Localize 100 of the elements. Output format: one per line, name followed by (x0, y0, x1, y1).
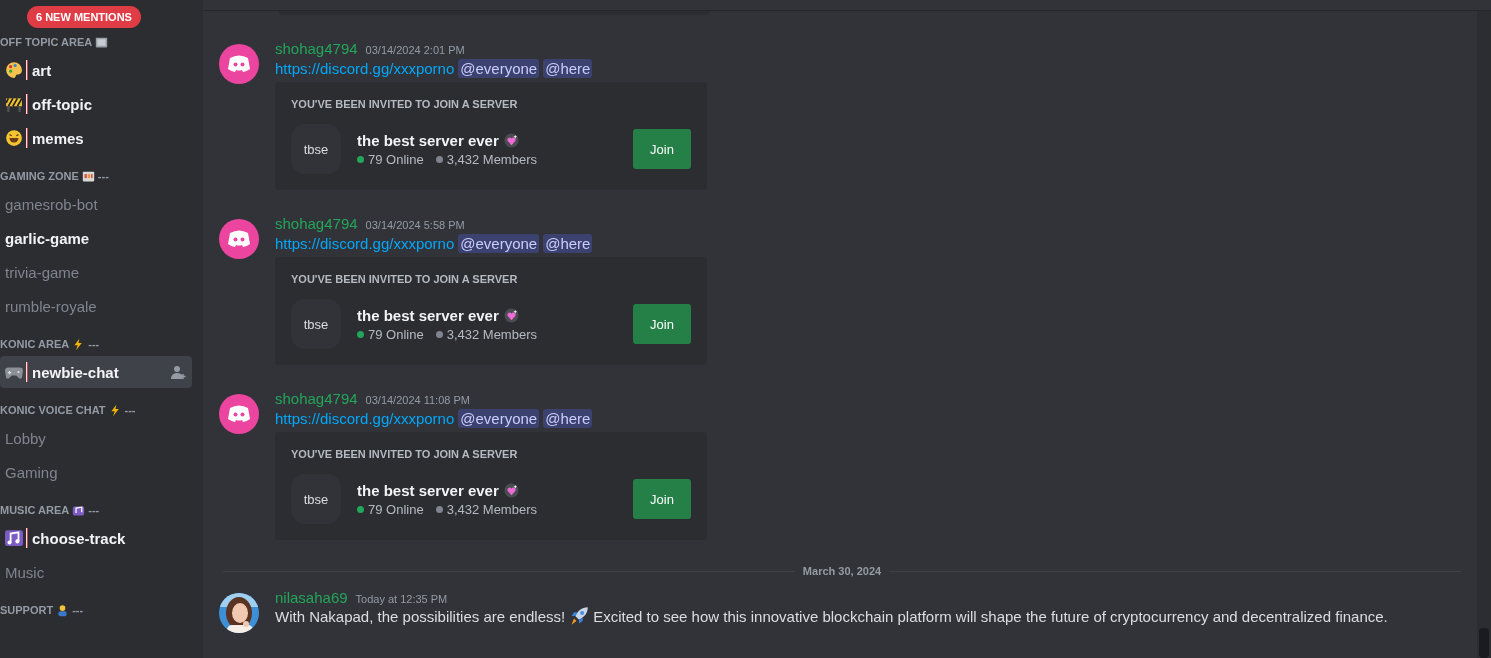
channel-item[interactable]: rumble-royale (0, 290, 192, 322)
channel-item[interactable]: memes (0, 122, 192, 154)
message-text: Excited to see how this innovative blockchain platform will shape the future of cryptocurrency and decentralized finance. (593, 607, 1388, 625)
category-title[interactable]: KONIC VOICE CHAT (0, 404, 106, 416)
channel-name: off-topic (32, 95, 93, 113)
avatar[interactable] (219, 44, 259, 84)
invite-link[interactable]: https://discord.gg/xxxporno (275, 235, 455, 252)
category-title[interactable]: KONIC AREA (0, 338, 70, 350)
online-dot (357, 505, 364, 513)
invite-link[interactable]: https://discord.gg/xxxporno (275, 60, 455, 77)
avatar[interactable] (219, 219, 259, 259)
heart-sparkle-icon (503, 132, 519, 148)
divider-bar-icon (26, 128, 28, 148)
category-dashes: --- (88, 504, 100, 516)
invite-heading: YOU'VE BEEN INVITED TO JOIN A SERVER (291, 98, 519, 110)
category-title[interactable]: OFF TOPIC AREA (0, 36, 93, 48)
date-divider: March 30, 2024 (802, 565, 882, 577)
mention-tag[interactable]: @everyone (458, 59, 540, 78)
server-name: the best server ever (357, 306, 499, 324)
member-count: 3,432 Members (446, 501, 537, 517)
channel-item[interactable]: Gaming (0, 456, 192, 488)
category-dashes: --- (88, 338, 100, 350)
timestamp: 03/14/2024 5:58 PM (365, 219, 465, 231)
channel-name: garlic-game (5, 229, 91, 247)
channel-name: gamesrob-bot (5, 195, 99, 213)
username[interactable]: shohag4794 (275, 40, 358, 57)
invite-link[interactable]: https://discord.gg/xxxporno (275, 410, 455, 427)
channel-name: rumble-royale (5, 297, 98, 315)
invite-heading: YOU'VE BEEN INVITED TO JOIN A SERVER (291, 273, 519, 285)
mention-tag[interactable]: @here (543, 409, 593, 428)
online-count: 79 Online (368, 501, 424, 517)
channel-name: Gaming (5, 463, 59, 481)
music-notes-icon (72, 503, 86, 517)
username[interactable]: shohag4794 (275, 390, 358, 407)
divider-bar-icon (26, 60, 28, 80)
channel-item[interactable]: gamesrob-bot (0, 188, 192, 220)
timestamp: Today at 12:35 PM (355, 593, 448, 605)
category-dashes: --- (124, 404, 136, 416)
channel-name: Lobby (5, 429, 47, 447)
mention-tag[interactable]: @everyone (458, 409, 540, 428)
message-text: With Nakapad, the possibilities are endless! (275, 607, 566, 625)
barrier-icon (5, 95, 23, 113)
member-count: 3,432 Members (446, 151, 537, 167)
rocket-icon (569, 606, 590, 626)
channel-item[interactable]: choose-track (0, 522, 192, 554)
channel-name: newbie-chat (32, 363, 120, 381)
members-dot (435, 505, 443, 513)
heart-sparkle-icon (503, 307, 519, 323)
server-name: the best server ever (357, 481, 499, 499)
worker-icon (56, 603, 70, 617)
divider-bar-icon (26, 94, 28, 114)
server-icon: tbse (291, 299, 341, 349)
channel-item[interactable]: Lobby (0, 422, 192, 454)
invite-heading: YOU'VE BEEN INVITED TO JOIN A SERVER (291, 448, 519, 460)
online-count: 79 Online (368, 151, 424, 167)
channel-name: memes (32, 129, 85, 147)
server-name: the best server ever (357, 131, 499, 149)
join-button[interactable]: Join (633, 304, 691, 344)
category-dashes: --- (72, 604, 84, 616)
slot-machine-icon (81, 169, 95, 183)
channel-item[interactable]: Music (0, 556, 192, 588)
channel-name: art (32, 61, 53, 79)
server-icon: tbse (291, 474, 341, 524)
username[interactable]: nilasaha69 (275, 589, 348, 606)
category-title[interactable]: MUSIC AREA (0, 504, 70, 516)
join-button[interactable]: Join (633, 129, 691, 169)
channel-item[interactable]: newbie-chat (0, 356, 192, 388)
username[interactable]: shohag4794 (275, 215, 358, 232)
divider-bar-icon (26, 362, 28, 382)
channel-name: choose-track (32, 529, 127, 547)
mentions-badge[interactable]: 6 NEW MENTIONS (27, 6, 141, 28)
members-dot (435, 330, 443, 338)
online-count: 79 Online (368, 326, 424, 342)
mention-tag[interactable]: @here (543, 234, 593, 253)
avatar[interactable] (219, 394, 259, 434)
category-title[interactable]: GAMING ZONE (0, 170, 79, 182)
channel-item[interactable]: garlic-game (0, 222, 192, 254)
music-note-icon (5, 529, 23, 547)
frame-icon (95, 35, 109, 49)
channel-item[interactable]: off-topic (0, 88, 192, 120)
mention-tag[interactable]: @here (543, 59, 593, 78)
category-dashes: --- (97, 170, 109, 182)
heart-sparkle-icon (503, 482, 519, 498)
category-title[interactable]: SUPPORT (0, 604, 54, 616)
timestamp: 03/14/2024 11:08 PM (365, 394, 470, 406)
laughing-face-icon (5, 129, 23, 147)
mention-tag[interactable]: @everyone (458, 234, 540, 253)
online-dot (357, 330, 364, 338)
server-icon: tbse (291, 124, 341, 174)
member-count: 3,432 Members (446, 326, 537, 342)
divider-bar-icon (26, 528, 28, 548)
channel-name: Music (5, 563, 46, 581)
join-button[interactable]: Join (633, 479, 691, 519)
online-dot (357, 155, 364, 163)
channel-item[interactable]: art (0, 54, 192, 86)
add-member-icon[interactable] (170, 364, 186, 380)
channel-item[interactable]: trivia-game (0, 256, 192, 288)
members-dot (435, 155, 443, 163)
channel-name: trivia-game (5, 263, 81, 281)
palette-icon (5, 61, 23, 79)
